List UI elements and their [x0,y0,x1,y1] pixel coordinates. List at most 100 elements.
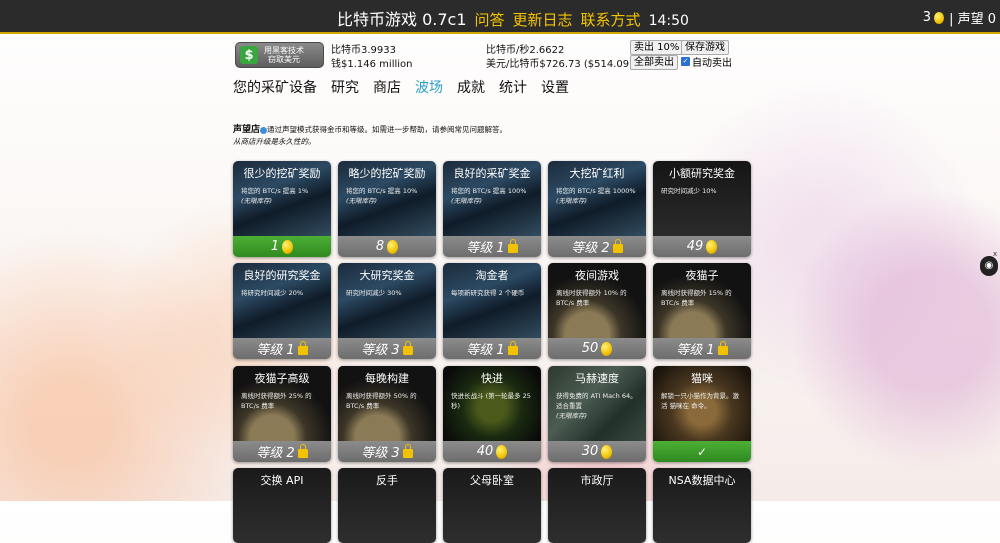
app-title: 比特币游戏 0.7c1 [337,10,467,29]
upgrade-card-body: 淘金者 每项新研究获得 2 个硬币 [443,263,541,338]
upgrade-card-title: 每晚构建 [365,372,409,385]
upgrade-card-title: 夜猫子 [685,269,719,282]
upgrade-card-body: 市政厅 [548,468,646,543]
upgrade-card-body: 每晚构建 离线时获得额外 50% 的 BTC/s 费率 [338,366,436,441]
checkbox-checked-icon[interactable]: ✓ [681,57,690,66]
clock: 14:50 [648,13,689,29]
upgrade-card-price[interactable]: 等级 1 [443,338,541,359]
tab-mining[interactable]: 您的采矿设备 [233,77,317,97]
upgrade-card-price-text: 等级 1 [256,343,295,358]
sell-all-button[interactable]: 全部卖出 [630,55,678,70]
lock-icon [297,444,308,458]
upgrade-card[interactable]: 很少的挖矿奖励 将您的 BTC/s 提高 1% (无限库存) 1 [233,161,331,257]
upgrade-card[interactable]: 夜间游戏 离线时获得额外 10% 的 BTC/s 费率 50 [548,263,646,359]
cat-face-icon[interactable]: ◉ [980,256,998,276]
upgrade-card[interactable]: 反手 [338,468,436,543]
upgrade-card-price[interactable]: 等级 2 [548,236,646,257]
upgrade-card-price[interactable]: 等级 3 [338,338,436,359]
lock-icon [717,341,728,355]
checkmark-icon: ✓ [696,444,708,459]
upgrade-card-price-text: 等级 1 [676,343,715,358]
upgrade-card-price[interactable]: ✓ [653,441,751,462]
tab-shop[interactable]: 商店 [373,77,401,97]
upgrade-card-description: 将您的 BTC/s 提高 1% (无限库存) [233,181,331,206]
upgrade-card-price[interactable]: 1 [233,236,331,257]
upgrade-card-price[interactable]: 30 [548,441,646,462]
upgrade-card-body: 快进 快进长战斗 (第一轮最多 25秒) [443,366,541,441]
upgrade-card-price[interactable]: 50 [548,338,646,359]
upgrade-card-title: 市政厅 [580,474,614,487]
dollar-icon: $ [240,46,258,64]
upgrade-card[interactable]: 夜猫子 离线时获得额外 15% 的 BTC/s 费率 等级 1 [653,263,751,359]
upgrade-card-description-text: 研究时间减少 30% [346,289,402,297]
upgrade-card-price[interactable]: 等级 1 [653,338,751,359]
upgrade-card[interactable]: 大挖矿红利 将您的 BTC/s 提高 1000% (无限库存) 等级 2 [548,161,646,257]
upgrade-card[interactable]: 快进 快进长战斗 (第一轮最多 25秒) 40 [443,366,541,462]
upgrade-card-title: 淘金者 [475,269,509,282]
upgrade-card[interactable]: 市政厅 [548,468,646,543]
upgrade-card[interactable]: 良好的采矿奖金 将您的 BTC/s 提高 100% (无限库存) 等级 1 [443,161,541,257]
btc-per-second: 比特币/秒2.6622 [486,45,565,56]
upgrade-card-description: 快进长战斗 (第一轮最多 25秒) [443,386,541,411]
upgrade-card[interactable]: 淘金者 每项新研究获得 2 个硬币 等级 1 [443,263,541,359]
upgrade-card-description-text: 离线时获得额外 25% 的 BTC/s 费率 [241,392,312,410]
faq-link[interactable]: 问答 [475,9,505,30]
upgrade-card[interactable]: 小额研究奖金 研究时间减少 10% 49 [653,161,751,257]
upgrade-card-price-text: 等级 3 [361,343,400,358]
upgrade-card-body: 猫咪 解锁一只小猫作为背景。激活 猫咪在 命令。 [653,366,751,441]
upgrade-card-description: 离线时获得额外 50% 的 BTC/s 费率 [338,386,436,411]
hack-button[interactable]: $ 用黑客技术 窃取美元 [235,42,324,68]
upgrade-card-body: 很少的挖矿奖励 将您的 BTC/s 提高 1% (无限库存) [233,161,331,236]
upgrade-card-body: 大挖矿红利 将您的 BTC/s 提高 1000% (无限库存) [548,161,646,236]
upgrade-card-price[interactable]: 等级 3 [338,441,436,462]
upgrade-card-body: 父母卧室 [443,468,541,543]
save-game-button[interactable]: 保存游戏 [681,40,729,55]
upgrade-card-price[interactable]: 40 [443,441,541,462]
upgrade-card-price[interactable]: 8 [338,236,436,257]
upgrade-card[interactable]: 良好的研究奖金 将研究时间减少 20% 等级 1 [233,263,331,359]
upgrade-card[interactable]: 父母卧室 [443,468,541,543]
shop-title: 声望店 [233,125,261,135]
upgrade-card-description: 研究时间减少 10% [653,181,751,196]
upgrade-card-price[interactable]: 等级 1 [233,338,331,359]
tab-settings[interactable]: 设置 [541,77,569,97]
tab-prestige[interactable]: 波场 [415,77,443,97]
upgrade-card[interactable]: 猫咪 解锁一只小猫作为背景。激活 猫咪在 命令。 ✓ [653,366,751,462]
upgrade-card-title: 交换 API [260,474,304,487]
top-bar: 比特币游戏 0.7c1 问答 更新日志 联系方式 14:50 3 | 声望 0 [0,0,1000,34]
hack-button-label: 用黑客技术 窃取美元 [264,46,304,64]
upgrade-card[interactable]: 大研究奖金 研究时间减少 30% 等级 3 [338,263,436,359]
coin-icon [387,239,399,254]
upgrade-card-title: NSA数据中心 [668,474,736,487]
upgrade-card[interactable]: 马赫速度 获得免费的 ATI Mach 64。适合重置 (无限库存) 30 [548,366,646,462]
upgrade-card[interactable]: 每晚构建 离线时获得额外 50% 的 BTC/s 费率 等级 3 [338,366,436,462]
upgrade-card-description: 研究时间减少 30% [338,283,436,298]
info-icon[interactable] [260,126,268,134]
auto-sell-toggle[interactable]: ✓ 自动卖出 [681,54,732,69]
upgrade-card[interactable]: 交换 API [233,468,331,543]
tab-research[interactable]: 研究 [331,77,359,97]
main-tabs: 您的采矿设备 研究 商店 波场 成就 统计 设置 [233,77,583,97]
upgrade-card-description: 离线时获得额外 10% 的 BTC/s 费率 [548,283,646,308]
tab-achievements[interactable]: 成就 [457,77,485,97]
upgrade-card[interactable]: NSA数据中心 [653,468,751,543]
upgrade-card-price[interactable]: 等级 2 [233,441,331,462]
upgrade-card-title: 父母卧室 [470,474,514,487]
upgrade-card-price-text: 等级 2 [256,446,295,461]
upgrade-card-description-text: 将您的 BTC/s 提高 1000% [556,187,636,195]
auto-sell-label: 自动卖出 [692,58,732,69]
upgrade-card-description: 获得免费的 ATI Mach 64。适合重置 (无限库存) [548,386,646,421]
upgrade-card-description: 解锁一只小猫作为背景。激活 猫咪在 命令。 [653,386,751,411]
btc-balance: 比特币3.9933 [331,45,396,56]
upgrade-card[interactable]: 略少的挖矿奖励 将您的 BTC/s 提高 10% (无限库存) 8 [338,161,436,257]
contact-link[interactable]: 联系方式 [581,9,641,30]
sell-10-button[interactable]: 卖出 10% [630,40,684,55]
tab-stats[interactable]: 统计 [499,77,527,97]
upgrade-card[interactable]: 夜猫子高级 离线时获得额外 25% 的 BTC/s 费率 等级 2 [233,366,331,462]
upgrade-card-price[interactable]: 49 [653,236,751,257]
upgrade-card-price[interactable]: 等级 1 [443,236,541,257]
upgrade-card-description: 每项新研究获得 2 个硬币 [443,283,541,298]
changelog-link[interactable]: 更新日志 [513,9,573,30]
upgrade-card-body: NSA数据中心 [653,468,751,543]
upgrade-card-title: 略少的挖矿奖励 [348,167,426,180]
